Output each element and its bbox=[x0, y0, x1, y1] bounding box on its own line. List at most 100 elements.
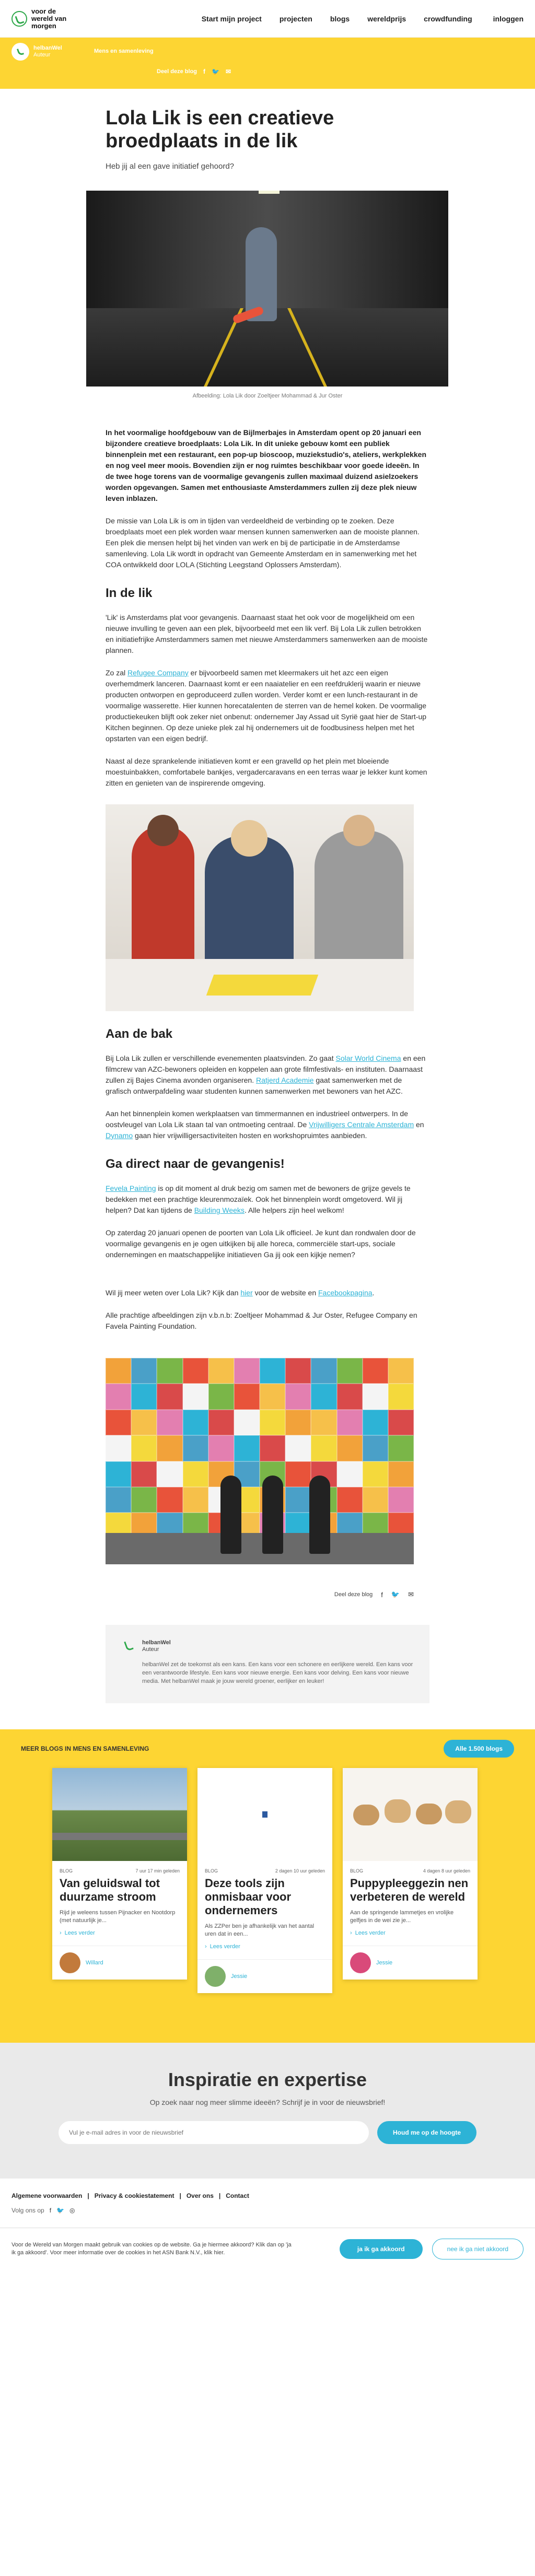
cookie-accept-button[interactable]: ja ik ga akkoord bbox=[339, 2239, 423, 2259]
img-person bbox=[262, 1476, 283, 1554]
read-more-link[interactable]: › Lees verder bbox=[350, 1930, 470, 1936]
mosaic-tile bbox=[106, 1409, 132, 1436]
card-author-name: Jessie bbox=[231, 1973, 248, 1980]
footer-link-contact[interactable]: Contact bbox=[226, 2192, 249, 2199]
solar-world-cinema-link[interactable]: Solar World Cinema bbox=[336, 1054, 401, 1062]
section-heading: In de lik bbox=[106, 586, 153, 600]
share-row: Deel deze blog f 🐦 ✉ bbox=[106, 1590, 414, 1599]
follow-label: Volg ons op bbox=[11, 2207, 44, 2214]
nav-inloggen[interactable]: inloggen bbox=[493, 15, 524, 23]
vrijwilligers-link[interactable]: Vrijwilligers Centrale Amsterdam bbox=[309, 1120, 414, 1129]
cookie-decline-button[interactable]: nee ik ga niet akkoord bbox=[432, 2239, 524, 2259]
author-avatar bbox=[11, 43, 29, 61]
mosaic-tile bbox=[131, 1435, 157, 1461]
category-link[interactable]: Mens en samenleving bbox=[94, 48, 154, 54]
text: Bij Lola Lik zullen er verschillende eve… bbox=[106, 1054, 336, 1062]
card-text: Aan de springende lammetjes en vrolijke … bbox=[350, 1910, 454, 1924]
facebook-icon[interactable]: f bbox=[50, 2207, 51, 2214]
hier-link[interactable]: hier bbox=[240, 1289, 252, 1297]
follow-us: Volg ons op f 🐦 ◎ bbox=[11, 2207, 524, 2214]
nav-start-project[interactable]: Start mijn project bbox=[202, 15, 262, 23]
twitter-icon[interactable]: 🐦 bbox=[56, 2207, 64, 2214]
building-weeks-link[interactable]: Building Weeks bbox=[194, 1206, 245, 1214]
share-label: Deel deze blog bbox=[334, 1591, 373, 1598]
ratjerd-academie-link[interactable]: Ratjerd Academie bbox=[256, 1076, 314, 1084]
more-blogs-title: MEER BLOGS IN MENS EN SAMENLEVING bbox=[21, 1745, 149, 1752]
mosaic-tile bbox=[157, 1461, 183, 1487]
all-blogs-button[interactable]: Alle 1.500 blogs bbox=[444, 1740, 514, 1758]
blog-card[interactable]: BLOG 2 dagen 10 uur geleden Deze tools zi… bbox=[197, 1768, 332, 1993]
author-badge[interactable]: helbanWel Auteur bbox=[11, 43, 62, 61]
divider: | bbox=[87, 2192, 89, 2199]
article-paragraph: 'Lik' is Amsterdams plat voor gevangenis… bbox=[106, 613, 428, 654]
card-title: Puppypleeggezin nen verbeteren de wereld bbox=[350, 1877, 469, 1903]
mosaic-tile bbox=[285, 1409, 311, 1436]
more-blogs-section: MEER BLOGS IN MENS EN SAMENLEVING Alle 1… bbox=[0, 1729, 535, 2043]
mosaic-tile bbox=[336, 1409, 363, 1436]
img-person bbox=[220, 1476, 241, 1554]
read-more-link[interactable]: › Lees verder bbox=[60, 1930, 180, 1936]
mosaic-tile bbox=[362, 1461, 388, 1487]
card-title: Deze tools zijn onmisbaar voor onderneme… bbox=[205, 1877, 292, 1917]
facebook-page-link[interactable]: Facebookpagina bbox=[318, 1289, 373, 1297]
card-image bbox=[52, 1768, 187, 1861]
dynamo-link[interactable]: Dynamo bbox=[106, 1131, 133, 1140]
card-tag: BLOG bbox=[60, 1868, 73, 1874]
mosaic-tile bbox=[388, 1409, 414, 1436]
img-puppy bbox=[445, 1800, 471, 1823]
arrow-right-icon: › bbox=[350, 1930, 352, 1936]
subscribe-button[interactable]: Houd me op de hoogte bbox=[377, 2121, 476, 2144]
mosaic-tile bbox=[208, 1358, 234, 1384]
site-logo[interactable]: voor de wereld van morgen bbox=[11, 7, 78, 30]
mosaic-tile bbox=[311, 1435, 337, 1461]
mail-icon[interactable]: ✉ bbox=[408, 1590, 414, 1599]
img-person-head bbox=[231, 820, 268, 857]
author-name[interactable]: helbanWel bbox=[142, 1640, 171, 1646]
author-info: helbanWel Auteur bbox=[142, 1640, 171, 1653]
mosaic-tile bbox=[157, 1486, 183, 1513]
author-head: helbanWel Auteur bbox=[121, 1638, 414, 1654]
refugee-company-link[interactable]: Refugee Company bbox=[127, 669, 189, 677]
mosaic-tile bbox=[234, 1409, 260, 1436]
facebook-icon[interactable]: f bbox=[381, 1591, 383, 1599]
mosaic-tile bbox=[208, 1384, 234, 1410]
facebook-icon[interactable]: f bbox=[203, 68, 205, 75]
avatar bbox=[350, 1952, 371, 1973]
text: gaan hier vrijwilligersactiviteiten host… bbox=[133, 1131, 367, 1140]
mosaic-tile bbox=[362, 1358, 388, 1384]
mosaic-tile bbox=[208, 1409, 234, 1436]
footer-link-privacy[interactable]: Privacy & cookiestatement bbox=[95, 2192, 175, 2199]
author-name: helbanWel bbox=[33, 45, 62, 51]
mosaic-tile bbox=[234, 1435, 260, 1461]
card-author[interactable]: Jessie bbox=[343, 1946, 478, 1980]
fevela-painting-link[interactable]: Fevela Painting bbox=[106, 1184, 156, 1192]
card-author[interactable]: Jessie bbox=[197, 1959, 332, 1993]
mail-icon[interactable]: ✉ bbox=[226, 68, 231, 75]
page-title: Lola Lik is een creatieve broedplaats in… bbox=[106, 107, 334, 152]
section-heading: Aan de bak bbox=[106, 1027, 173, 1041]
email-field[interactable] bbox=[59, 2121, 369, 2144]
blog-card[interactable]: BLOG 7 uur 17 min geleden Van geluidswal … bbox=[52, 1768, 187, 1980]
mosaic-tile bbox=[285, 1435, 311, 1461]
mosaic-tile bbox=[336, 1461, 363, 1487]
footer-link-voorwaarden[interactable]: Algemene voorwaarden bbox=[11, 2192, 82, 2199]
newsletter-text: Op zoek naar nog meer slimme ideeën? Sch… bbox=[149, 2098, 386, 2106]
cookie-text: Voor de Wereld van Morgen maakt gebruik … bbox=[11, 2242, 292, 2256]
nav-crowdfunding[interactable]: crowdfunding bbox=[424, 15, 472, 23]
twitter-icon[interactable]: 🐦 bbox=[391, 1590, 400, 1599]
read-more-link[interactable]: › Lees verder bbox=[205, 1943, 325, 1950]
card-author[interactable]: Willard bbox=[52, 1946, 187, 1980]
footer-link-over-ons[interactable]: Over ons bbox=[187, 2192, 214, 2199]
article: Lola Lik is een creatieve broedplaats in… bbox=[86, 89, 448, 1703]
mosaic-tile bbox=[260, 1358, 286, 1384]
nav-blogs[interactable]: blogs bbox=[330, 15, 350, 23]
nav-wereldprijs[interactable]: wereldprijs bbox=[367, 15, 406, 23]
nav-projecten[interactable]: projecten bbox=[280, 15, 312, 23]
instagram-icon[interactable]: ◎ bbox=[69, 2207, 75, 2214]
blog-card[interactable]: BLOG 4 dagen 8 uur geleden Puppypleeggezi… bbox=[343, 1768, 478, 1980]
twitter-icon[interactable]: 🐦 bbox=[212, 68, 219, 75]
mosaic-tile bbox=[106, 1486, 132, 1513]
card-image bbox=[197, 1768, 332, 1861]
newsletter-section: Inspiratie en expertise Op zoek naar nog… bbox=[0, 2043, 535, 2179]
